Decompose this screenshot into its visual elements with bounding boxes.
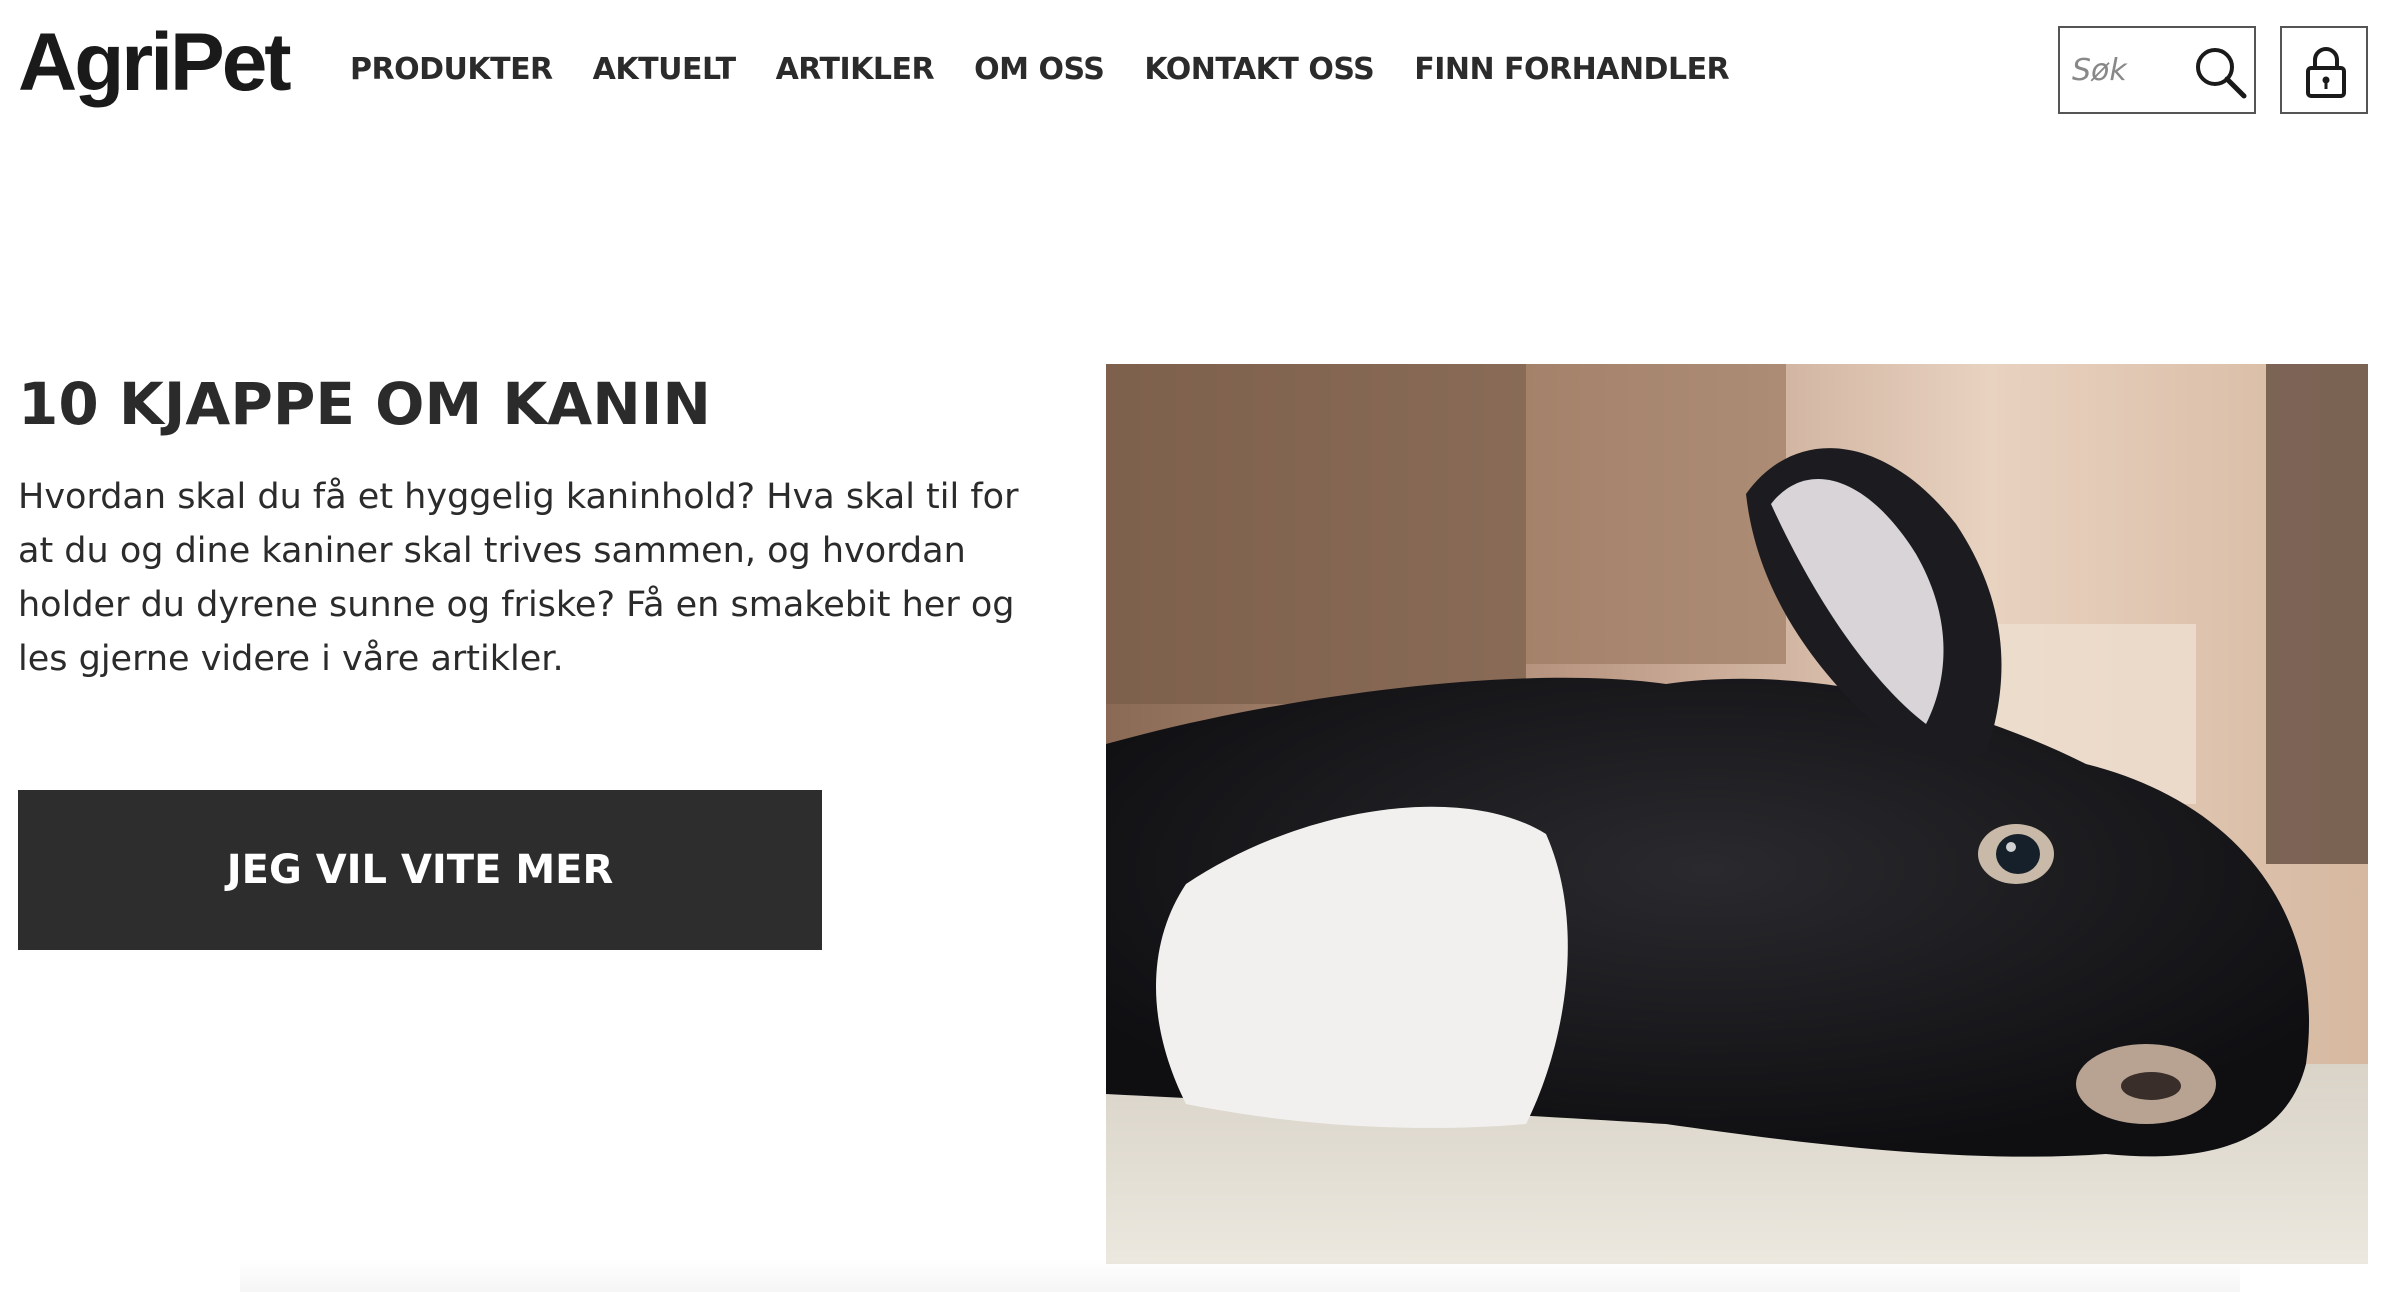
nav-item-produkter[interactable]: PRODUKTER	[350, 52, 553, 87]
nav-item-finn-forhandler[interactable]: FINN FORHANDLER	[1414, 52, 1729, 87]
read-more-button[interactable]: JEG VIL VITE MER	[18, 790, 822, 950]
nav-item-kontakt-oss[interactable]: KONTAKT OSS	[1144, 52, 1374, 87]
lock-icon	[2306, 47, 2346, 98]
nav-item-artikler[interactable]: ARTIKLER	[776, 52, 935, 87]
hero-title: 10 KJAPPE OM KANIN	[18, 370, 711, 438]
agripet-logo[interactable]: AgriPet	[18, 22, 292, 104]
main-nav: PRODUKTER AKTUELT ARTIKLER OM OSS KONTAK…	[350, 52, 1769, 87]
hero-description: Hvordan skal du få et hyggelig kaninhold…	[18, 477, 1019, 679]
content-shadow	[240, 1258, 2240, 1292]
search-input[interactable]	[2070, 46, 2180, 94]
nav-item-aktuelt[interactable]: AKTUELT	[593, 52, 736, 87]
read-more-label: JEG VIL VITE MER	[226, 847, 614, 893]
nav-item-om-oss[interactable]: OM OSS	[974, 52, 1105, 87]
search-box	[2058, 26, 2256, 114]
search-icon[interactable]	[2190, 42, 2250, 102]
site-header: AgriPet PRODUKTER AKTUELT ARTIKLER OM OS…	[0, 0, 2394, 150]
rabbit-photo	[1106, 364, 2368, 1264]
login-button[interactable]	[2280, 26, 2368, 114]
